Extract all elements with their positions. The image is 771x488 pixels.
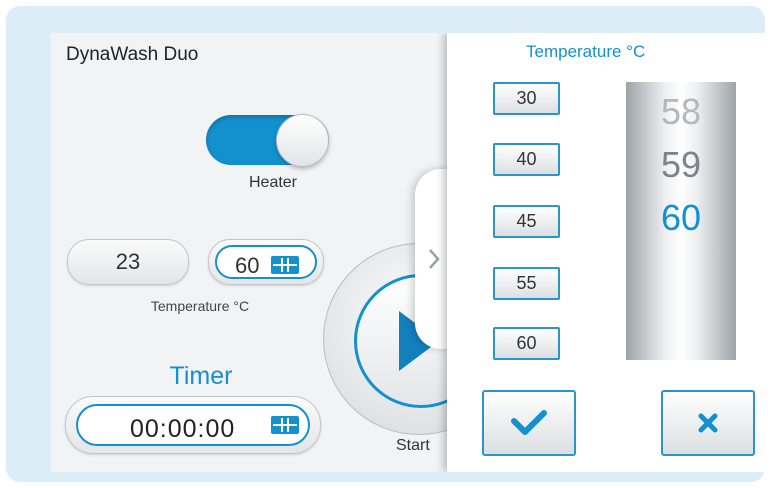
- timer-input[interactable]: 00:00:00: [76, 404, 310, 446]
- preset-button-55[interactable]: 55: [493, 267, 560, 300]
- timer-label: Timer: [169, 362, 233, 390]
- current-temperature-display: 23: [67, 239, 189, 285]
- picker-value: 59: [660, 144, 702, 185]
- picker-value: 58: [660, 91, 702, 132]
- panel-title: Temperature °C: [526, 42, 646, 61]
- preset-button-45[interactable]: 45: [493, 205, 560, 238]
- cancel-button[interactable]: [661, 390, 755, 456]
- toggle-knob[interactable]: [276, 114, 329, 167]
- timer-value: 00:00:00: [130, 415, 236, 443]
- set-temperature-value: 60: [235, 253, 260, 278]
- device-screen: DynaWash Duo Heater 23 60 Temperature °C…: [51, 33, 771, 472]
- start-label: Start: [396, 437, 430, 454]
- check-icon: [511, 410, 547, 435]
- confirm-button[interactable]: [482, 390, 576, 456]
- timer-field[interactable]: 00:00:00: [65, 396, 321, 454]
- preset-button-60[interactable]: 60: [493, 327, 560, 360]
- keypad-icon[interactable]: [270, 414, 300, 436]
- preset-button-30[interactable]: 30: [493, 82, 560, 115]
- close-icon: [698, 413, 718, 433]
- heater-toggle[interactable]: [206, 114, 329, 167]
- picker-selected-value: 60: [660, 197, 702, 238]
- temperature-label: Temperature °C: [150, 298, 250, 314]
- keypad-icon[interactable]: [270, 254, 300, 276]
- heater-label: Heater: [248, 174, 298, 191]
- set-temperature-input[interactable]: 60: [215, 245, 317, 279]
- set-temperature-field[interactable]: 60: [208, 239, 324, 285]
- device-title: DynaWash Duo: [66, 44, 199, 65]
- chevron-right-icon[interactable]: [427, 247, 441, 271]
- preset-button-40[interactable]: 40: [493, 143, 560, 176]
- device-frame: DynaWash Duo Heater 23 60 Temperature °C…: [6, 6, 771, 482]
- temperature-picker[interactable]: 58 59 60: [626, 82, 736, 360]
